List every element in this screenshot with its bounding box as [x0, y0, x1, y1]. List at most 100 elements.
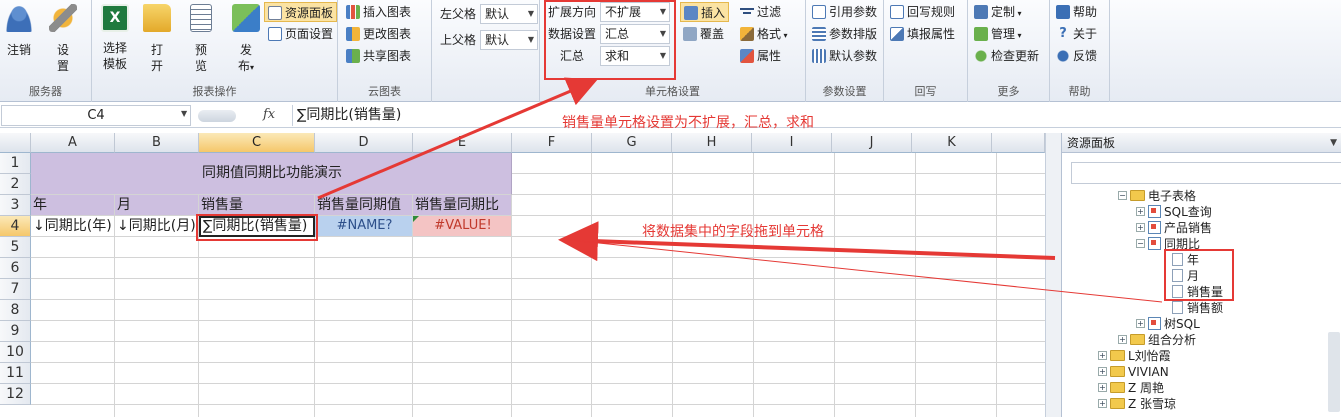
fill-prop-button[interactable]: 填报属性: [890, 24, 955, 44]
format-button[interactable]: 格式 ▾: [740, 24, 788, 44]
column-header-i[interactable]: I: [752, 133, 832, 153]
tree-node-product-sales[interactable]: + 产品销售: [1136, 220, 1212, 236]
share-chart-button[interactable]: 共享图表: [346, 46, 411, 66]
help-button[interactable]: 帮助: [1056, 2, 1097, 22]
tree-node-sql-query[interactable]: + SQL查询: [1136, 204, 1212, 220]
param-layout-button[interactable]: 参数排版: [812, 24, 877, 44]
column-header-k[interactable]: K: [912, 133, 992, 153]
group-label-params: 参数设置: [822, 85, 867, 98]
group-cell-settings: 扩展方向 不扩展 ▼ 数据设置 汇总 ▼ 汇总 求和 ▼ 插入 覆盖 过滤 格式 ▾ …: [540, 0, 806, 102]
open-button[interactable]: 打 开: [142, 4, 172, 74]
header-cell-sales-yoy-value[interactable]: 销售量同期值: [315, 195, 413, 216]
row-header-9[interactable]: 9: [0, 321, 31, 342]
header-cell-sales-yoy-ratio[interactable]: 销售量同期比: [413, 195, 512, 216]
column-header-c[interactable]: C: [199, 133, 315, 153]
change-chart-button[interactable]: 更改图表: [346, 24, 411, 44]
chevron-down-icon: ▾: [1015, 9, 1022, 18]
manage-button[interactable]: 管理 ▾: [974, 24, 1022, 44]
tree-node-spreadsheet[interactable]: − 电子表格: [1118, 188, 1196, 204]
row-header-7[interactable]: 7: [0, 279, 31, 300]
ref-param-button[interactable]: 引用参数: [812, 2, 877, 22]
cell-a4[interactable]: ↓同期比(年): [31, 216, 115, 237]
column-header-a[interactable]: A: [31, 133, 115, 153]
expand-toggle-icon[interactable]: +: [1098, 383, 1107, 392]
row-header-6[interactable]: 6: [0, 258, 31, 279]
group-parent-cells: 左父格 默认 ▼ 上父格 默认 ▼: [432, 0, 540, 102]
settings-button[interactable]: 设 置: [48, 4, 78, 74]
ref-param-icon: [812, 4, 826, 19]
tree-node-zhou[interactable]: + Z 周艳: [1098, 380, 1164, 396]
writeback-rule-button[interactable]: 回写规则: [890, 2, 955, 22]
tree-node-zhang[interactable]: + Z 张雪琼: [1098, 396, 1176, 412]
custom-button[interactable]: 定制 ▾: [974, 2, 1022, 22]
expand-toggle-icon[interactable]: +: [1098, 367, 1107, 376]
insert-chart-button[interactable]: 插入图表: [346, 2, 411, 22]
column-header-l[interactable]: [992, 133, 1045, 153]
expand-toggle-icon[interactable]: +: [1136, 319, 1145, 328]
row-header-12[interactable]: 12: [0, 384, 31, 405]
filter-button[interactable]: 过滤: [740, 2, 781, 22]
expand-toggle-icon[interactable]: +: [1118, 335, 1127, 344]
column-header-g[interactable]: G: [592, 133, 672, 153]
formula-bar-resize-handle[interactable]: [198, 110, 236, 122]
publish-button[interactable]: 发 布▾: [228, 4, 264, 76]
feedback-button[interactable]: 反馈: [1056, 46, 1097, 66]
row-header-8[interactable]: 8: [0, 300, 31, 321]
column-header-j[interactable]: J: [832, 133, 912, 153]
insert-button[interactable]: 插入: [680, 2, 730, 22]
header-cell-sales[interactable]: 销售量: [199, 195, 315, 216]
tree-node-vivian[interactable]: + VIVIAN: [1098, 364, 1169, 380]
report-title-cell[interactable]: 同期值同期比功能演示: [31, 153, 512, 195]
resource-search-input[interactable]: [1071, 162, 1341, 184]
column-header-b[interactable]: B: [115, 133, 199, 153]
chevron-down-icon[interactable]: ▼: [181, 109, 187, 118]
expand-toggle-icon[interactable]: +: [1136, 223, 1145, 232]
logout-button[interactable]: 注销: [4, 4, 34, 58]
collapse-toggle-icon[interactable]: −: [1118, 191, 1127, 200]
preview-button[interactable]: 预 览: [186, 4, 216, 74]
column-header-f[interactable]: F: [512, 133, 592, 153]
row-header-10[interactable]: 10: [0, 342, 31, 363]
tree-node-combo-analysis[interactable]: + 组合分析: [1118, 332, 1196, 348]
header-cell-year[interactable]: 年: [31, 195, 115, 216]
cell-e4-value-error[interactable]: #VALUE!: [413, 216, 512, 237]
check-update-button[interactable]: 检查更新: [974, 46, 1039, 66]
top-parent-select[interactable]: 默认 ▼: [480, 30, 538, 50]
property-icon: [740, 48, 754, 63]
row-header-4[interactable]: 4: [0, 216, 31, 237]
panel-splitter[interactable]: [1045, 133, 1061, 417]
row-header-1[interactable]: 1: [0, 153, 31, 174]
default-param-button[interactable]: 默认参数: [812, 46, 877, 66]
expand-toggle-icon[interactable]: +: [1098, 351, 1107, 360]
about-button[interactable]: ? 关于: [1056, 24, 1097, 44]
cell-d4-name-error[interactable]: #NAME?: [315, 216, 413, 237]
cover-button[interactable]: 覆盖: [683, 24, 724, 44]
expand-toggle-icon[interactable]: +: [1098, 399, 1107, 408]
tree-node-liu[interactable]: + L刘怡霞: [1098, 348, 1171, 364]
resource-panel-button[interactable]: 资源面板: [264, 2, 338, 22]
column-header-d[interactable]: D: [315, 133, 413, 153]
tree-node-tree-sql[interactable]: + 树SQL: [1136, 316, 1200, 332]
panel-scrollbar[interactable]: [1328, 332, 1340, 412]
row-header-3[interactable]: 3: [0, 195, 31, 216]
row-header-5[interactable]: 5: [0, 237, 31, 258]
row-header-11[interactable]: 11: [0, 363, 31, 384]
fx-icon[interactable]: fx: [263, 107, 275, 122]
row-header-2[interactable]: 2: [0, 174, 31, 195]
expand-toggle-icon[interactable]: +: [1136, 207, 1145, 216]
collapse-toggle-icon[interactable]: −: [1136, 239, 1145, 248]
column-header-e[interactable]: E: [413, 133, 512, 153]
select-all-corner[interactable]: [0, 133, 31, 153]
property-button[interactable]: 属性: [740, 46, 781, 66]
name-box[interactable]: C4: [1, 105, 191, 126]
header-cell-month[interactable]: 月: [115, 195, 199, 216]
left-parent-select[interactable]: 默认 ▼: [480, 4, 538, 24]
tree-node-sales-amt-field[interactable]: 销售额: [1172, 300, 1223, 316]
folder-icon: [1110, 398, 1125, 409]
chevron-down-icon[interactable]: ▼: [1330, 133, 1337, 153]
select-template-button[interactable]: X 选择 模板: [100, 4, 130, 72]
chevron-down-icon: ▼: [527, 9, 534, 18]
column-header-h[interactable]: H: [672, 133, 752, 153]
cell-b4[interactable]: ↓同期比(月): [115, 216, 199, 237]
page-setup-button[interactable]: 页面设置: [268, 24, 333, 44]
